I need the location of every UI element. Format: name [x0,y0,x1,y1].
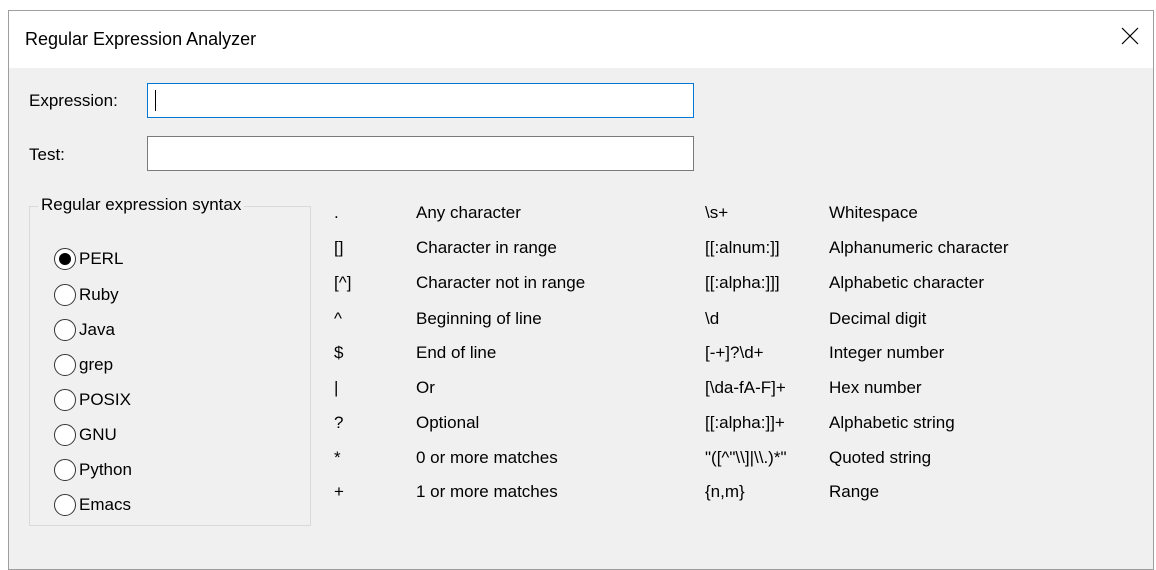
ref-description: Any character [416,203,521,222]
ref-symbol: $ [334,343,344,362]
window-title: Regular Expression Analyzer [25,29,257,49]
ref-symbol: [] [334,238,344,257]
ref-symbol: | [334,378,339,397]
ref-symbol: . [334,203,339,222]
expression-label: Expression: [29,91,118,110]
radio-icon [54,354,76,376]
ref-symbol: * [334,448,341,467]
ref-description: Or [416,378,435,397]
radio-label: Ruby [79,285,119,304]
close-icon [1121,27,1139,45]
radio-icon [54,284,76,306]
text-caret [155,90,156,111]
ref-symbol: ^ [334,309,342,328]
radio-label: Emacs [79,495,131,514]
radio-perl[interactable]: PERL [54,247,123,271]
ref-pattern: [[:alpha:]]+ [705,413,785,432]
ref-description: Optional [416,413,480,432]
ref-pattern-description: Alphabetic string [829,413,955,432]
ref-pattern: [\da-fA-F]+ [705,378,786,397]
ref-description: End of line [416,343,497,362]
ref-description: Character in range [416,238,557,257]
ref-symbol: [^] [334,273,352,292]
ref-pattern-description: Alphanumeric character [829,238,1009,257]
ref-pattern: [-+]?\d+ [705,343,764,362]
ref-description: 1 or more matches [416,482,558,501]
radio-python[interactable]: Python [54,458,132,482]
ref-pattern-description: Hex number [829,378,922,397]
test-input[interactable] [147,136,694,171]
radio-icon [54,424,76,446]
ref-pattern-description: Quoted string [829,448,932,467]
test-label: Test: [29,145,65,164]
regex-analyzer-dialog: Regular Expression Analyzer Expression: … [8,10,1154,570]
ref-pattern-description: Whitespace [829,203,918,222]
ref-pattern-description: Range [829,482,880,501]
ref-pattern: {n,m} [705,482,745,501]
expression-input[interactable] [147,83,694,118]
radio-icon [54,248,76,270]
syntax-groupbox-title: Regular expression syntax [38,195,245,215]
ref-description: Beginning of line [416,309,542,328]
radio-selected-dot [59,253,71,265]
ref-pattern-description: Integer number [829,343,945,362]
radio-label: PERL [79,249,124,268]
radio-label: Python [79,460,132,479]
title-bar: Regular Expression Analyzer [9,11,1153,68]
ref-pattern-description: Decimal digit [829,309,927,328]
radio-java[interactable]: Java [54,318,115,342]
close-button[interactable] [1107,11,1153,61]
radio-posix[interactable]: POSIX [54,388,131,412]
syntax-groupbox: Regular expression syntax PERL Ruby Java gr… [29,195,311,526]
ref-symbol: ? [334,413,344,432]
radio-ruby[interactable]: Ruby [54,283,119,307]
ref-pattern: \s+ [705,203,729,222]
radio-icon [54,389,76,411]
ref-description: 0 or more matches [416,448,558,467]
radio-label: grep [79,355,114,374]
radio-label: GNU [79,425,117,444]
radio-icon [54,459,76,481]
radio-icon [54,494,76,516]
ref-pattern-description: Alphabetic character [829,273,984,292]
radio-label: POSIX [79,390,131,409]
ref-pattern: "([^"\\]|\\.)*" [705,448,787,467]
ref-pattern: [[:alpha:]]] [705,273,780,292]
ref-description: Character not in range [416,273,586,292]
radio-label: Java [79,320,115,339]
ref-symbol: + [334,482,344,501]
radio-icon [54,319,76,341]
radio-emacs[interactable]: Emacs [54,493,131,517]
radio-gnu[interactable]: GNU [54,423,117,447]
ref-pattern: \d [705,309,720,328]
radio-grep[interactable]: grep [54,353,113,377]
ref-pattern: [[:alnum:]] [705,238,780,257]
